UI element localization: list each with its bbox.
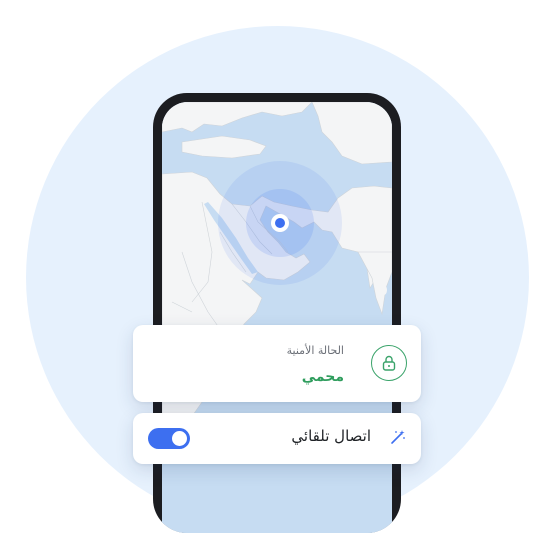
phone-frame — [153, 93, 401, 533]
auto-connect-card: اتصال تلقائي — [133, 413, 421, 464]
location-dot — [275, 218, 285, 228]
security-status-card: الحالة الأمنية محمي — [133, 325, 421, 402]
lock-icon — [371, 345, 407, 381]
security-status-value: محمي — [301, 369, 344, 385]
map-view[interactable] — [162, 102, 392, 533]
auto-connect-toggle[interactable] — [148, 428, 190, 449]
magic-wand-icon — [390, 429, 406, 449]
auto-connect-label: اتصال تلقائي — [291, 427, 371, 445]
toggle-knob — [172, 431, 187, 446]
security-status-title: الحالة الأمنية — [286, 344, 344, 357]
